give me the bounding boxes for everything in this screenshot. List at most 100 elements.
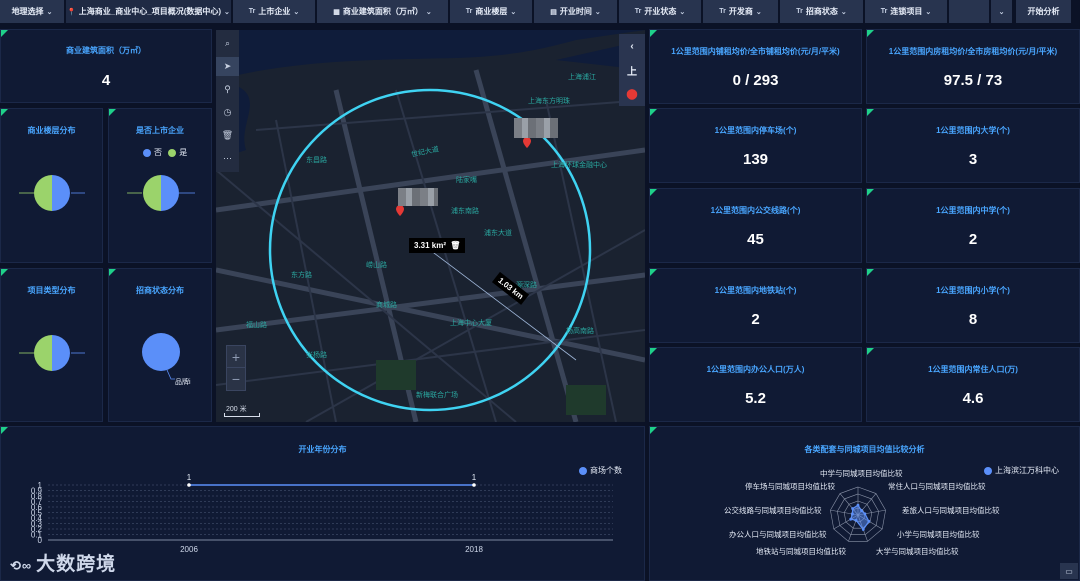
radar-point[interactable] xyxy=(861,528,865,531)
zoom-in-button[interactable]: + xyxy=(227,346,245,368)
radar-point[interactable] xyxy=(849,517,853,521)
poi-label: 东昌路 xyxy=(306,157,327,164)
radar-axis-label: 公交线路与同城项目均值比较 xyxy=(724,506,822,515)
stat-card: 1公里范围内公交线路(个) 45 xyxy=(649,188,862,263)
chain-filter[interactable]: Tr 连锁项目 ⌄ xyxy=(865,0,947,23)
logo-text: 大数跨境 xyxy=(36,554,117,575)
map-toolbar: ⌕ ➤ ⚲ ◷ 🗑 ⋯ xyxy=(216,30,239,172)
area-measure-label: 3.31 km² 🗑 xyxy=(409,238,466,253)
trash-icon[interactable]: 🗑 xyxy=(450,241,460,250)
poi-label: 浦东大道 xyxy=(484,230,512,237)
radar-axis-label: 大学与同城项目均值比较 xyxy=(876,547,959,556)
blurred-label xyxy=(514,118,558,138)
radar-point[interactable] xyxy=(854,518,858,522)
search-icon[interactable]: ⌕ xyxy=(216,34,239,53)
poi-label: 福山路 xyxy=(246,322,267,329)
pie-slice xyxy=(142,333,180,371)
floors-filter[interactable]: Tr 商业楼层 ⌄ xyxy=(450,0,532,23)
poi-label: 上海东方明珠 xyxy=(528,98,570,105)
stat-value: 3 xyxy=(968,151,978,168)
radar-point[interactable] xyxy=(860,509,863,513)
area-title: 商业建筑面积（万㎡） xyxy=(66,46,146,55)
radar-point[interactable] xyxy=(867,519,871,523)
start-analysis-button[interactable]: 开始分析 xyxy=(1016,0,1071,23)
chat-icon[interactable]: ▭ xyxy=(1060,563,1078,579)
region-filter[interactable]: 地理选择 ⌄ xyxy=(0,0,64,23)
invest-dist-chart xyxy=(142,333,180,380)
empty-filter[interactable] xyxy=(949,0,989,23)
poi-label: 东方路 xyxy=(291,272,312,279)
stat-card: 1公里范围内房租均价/全市房租均价(元/月/平米) 97.5 / 73 xyxy=(866,29,1080,104)
scale-bar xyxy=(224,413,260,417)
stat-card: 1公里范围内办公人口(万人) 5.2 xyxy=(649,347,862,422)
region-filter-label: 地理选择 xyxy=(11,7,44,16)
pin-tool-icon[interactable]: ⚲ xyxy=(216,80,239,99)
project-filter[interactable]: 📍 上海商业_商业中心_项目概况(数据中心) ⌄ xyxy=(66,0,231,23)
stat-card: 1公里范围内小学(个) 8 xyxy=(866,268,1080,343)
radar-axis-label: 小学与同城项目均值比较 xyxy=(897,530,980,539)
radar-point[interactable] xyxy=(851,512,854,516)
more-filter[interactable]: ⌄ xyxy=(991,0,1012,23)
stat-title: 1公里范围内办公人口(万人) xyxy=(706,365,805,374)
stat-title: 1公里范围内停车场(个) xyxy=(714,126,797,135)
chevron-down-icon: ⌄ xyxy=(293,8,300,16)
zoom-out-button[interactable]: − xyxy=(227,368,245,390)
stat-title: 1公里范围内常住人口(万) xyxy=(928,365,1018,374)
open-status-filter[interactable]: Tr 开业状态 ⌄ xyxy=(619,0,701,23)
pie-slice xyxy=(34,335,52,371)
text-type-icon: Tr xyxy=(719,8,726,15)
project-filter-label: 上海商业_商业中心_项目概况(数据中心) xyxy=(78,7,222,16)
data-point[interactable] xyxy=(187,483,191,487)
text-type-icon: Tr xyxy=(796,8,803,15)
chevron-down-icon: ⌄ xyxy=(425,8,432,16)
chevron-down-icon: ⌄ xyxy=(46,8,53,16)
stat-value: 8 xyxy=(968,311,978,328)
radar-point[interactable] xyxy=(856,503,860,507)
radar-chart xyxy=(830,486,886,542)
text-type-icon: Tr xyxy=(634,8,642,15)
radar-point[interactable] xyxy=(863,512,867,516)
invest-status-filter[interactable]: Tr 招商状态 ⌄ xyxy=(780,0,863,23)
more-icon[interactable]: ⋯ xyxy=(216,149,239,168)
radar-axis-label: 常住人口与同城项目均值比较 xyxy=(888,482,986,491)
poi-label: 上海浦江 xyxy=(568,74,596,81)
stat-card: 1公里范围内地铁站(个) 2 xyxy=(649,268,862,343)
stat-value: 2 xyxy=(968,231,978,248)
area-panel: 商业建筑面积（万㎡） 4 xyxy=(0,29,212,103)
open-time-filter-label: 开业时间 xyxy=(559,7,592,16)
stat-value: 0 / 293 xyxy=(732,72,779,89)
logo-mark-icon: ⟲∞ xyxy=(10,558,33,573)
location-pin-icon[interactable] xyxy=(523,137,531,148)
location-pin-icon[interactable]: ⬤ xyxy=(619,82,645,106)
area-filter[interactable]: ▦ 商业建筑面积（万㎡） ⌄ xyxy=(317,0,448,23)
open-time-filter[interactable]: ▤ 开业时间 ⌄ xyxy=(534,0,617,23)
floor-dist-panel: 商业楼层分布 xyxy=(0,108,103,263)
map-up-button[interactable]: 上 xyxy=(619,58,645,82)
clock-icon[interactable]: ◷ xyxy=(216,103,239,122)
chevron-down-icon: ⌄ xyxy=(755,8,762,16)
radar-point[interactable] xyxy=(851,507,855,510)
location-pin-icon[interactable] xyxy=(396,205,404,216)
park xyxy=(566,385,606,415)
data-label: 1 xyxy=(472,473,477,482)
minor-roads xyxy=(216,89,645,422)
chevron-left-icon[interactable]: ‹ xyxy=(619,34,645,58)
developer-filter-label: 开发商 xyxy=(728,7,753,16)
trash-icon[interactable]: 🗑 xyxy=(216,126,239,145)
radius-line xyxy=(429,249,577,361)
pie-slice xyxy=(52,175,70,211)
stat-value: 2 xyxy=(751,311,760,328)
stat-value: 97.5 / 73 xyxy=(943,72,1003,89)
radar-axis-label: 停车场与同城项目均值比较 xyxy=(745,482,835,491)
stat-title: 1公里范围内房租均价/全市房租均价(元/月/平米) xyxy=(888,47,1058,56)
data-point[interactable] xyxy=(472,483,476,487)
stat-title: 1公里范围内铺租均价/全市铺租均价(元/月/平米) xyxy=(671,47,840,56)
navigate-icon[interactable]: ➤ xyxy=(216,57,239,76)
listed-filter[interactable]: Tr 上市企业 ⌄ xyxy=(233,0,315,23)
map-view[interactable]: 上海浦江 上海东方明珠 世纪大道 上海环球金融中心 东昌路 陆家嘴 浦东南路 浦… xyxy=(216,30,645,422)
map-right-toolbar: ‹ 上 ⬤ xyxy=(619,34,645,106)
chain-filter-label: 连锁项目 xyxy=(890,7,923,16)
stat-value: 45 xyxy=(747,231,764,248)
developer-filter[interactable]: Tr 开发商 ⌄ xyxy=(703,0,778,23)
chevron-down-icon: ⌄ xyxy=(998,8,1005,16)
